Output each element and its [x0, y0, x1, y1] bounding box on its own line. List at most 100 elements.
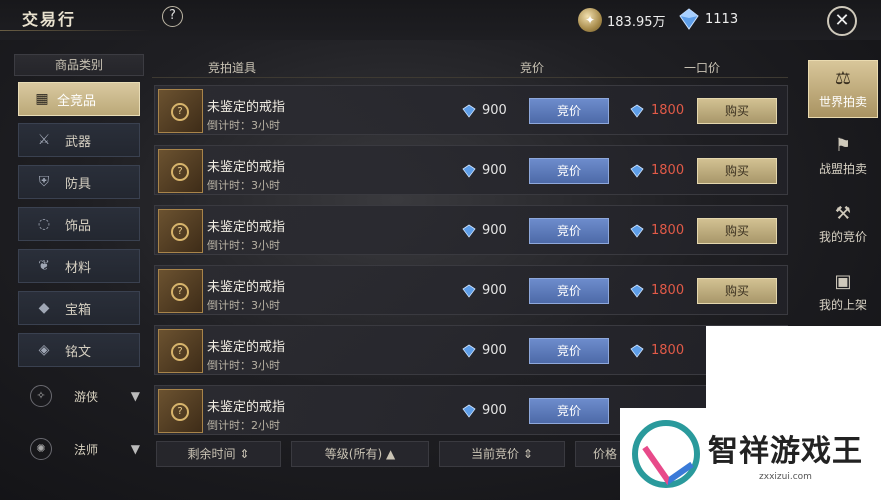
class-filter-ranger[interactable]: ✧ 游侠 ▼ — [30, 381, 140, 411]
class-label: 游侠 — [74, 389, 99, 404]
gavel-icon: ⚒ — [834, 203, 852, 224]
category-item-armor[interactable]: ⛨ 防具 — [18, 165, 140, 199]
bid-button[interactable]: 竞价 — [529, 218, 609, 244]
ring-icon: ? — [171, 283, 189, 301]
coin-amount: 183.95万 — [607, 14, 666, 30]
gem-icon — [462, 104, 476, 118]
bid-price: 900 — [482, 103, 507, 118]
item-timer: 倒计时：2小时 — [207, 419, 280, 432]
ring-item-icon[interactable]: ? — [158, 329, 203, 373]
close-icon[interactable]: ✕ — [827, 6, 857, 36]
column-item: 竞拍道具 — [208, 61, 257, 75]
sort-arrows-icon: ⇕ — [522, 447, 533, 461]
tab-my-listings[interactable]: ▣ 我的上架 — [808, 264, 878, 322]
ring-icon: ? — [171, 343, 189, 361]
title-underline — [0, 30, 150, 31]
grid-icon: ▦ — [35, 91, 49, 107]
gem-amount: 1113 — [705, 11, 739, 27]
gem-icon — [462, 224, 476, 238]
rune-icon: ◈ — [38, 342, 50, 358]
buyout-price: 1800 — [651, 283, 685, 298]
bid-button[interactable]: 竞价 — [529, 398, 609, 424]
gem-icon — [462, 164, 476, 178]
coin-icon: ✦ — [578, 8, 602, 32]
buy-button[interactable]: 购买 — [697, 98, 777, 124]
scales-icon: ⚖ — [834, 68, 852, 89]
ring-item-icon[interactable]: ? — [158, 149, 203, 193]
mage-icon: ✺ — [30, 438, 52, 460]
sort-label: 当前竞价 — [471, 447, 520, 461]
sort-label: 等级(所有) — [324, 447, 383, 461]
sort-level[interactable]: 等级(所有) ▲ — [291, 441, 429, 467]
class-filter-mage[interactable]: ✺ 法师 ▼ — [30, 434, 140, 464]
buy-button[interactable]: 购买 — [697, 218, 777, 244]
category-label: 材料 — [65, 260, 92, 276]
category-item-weapon[interactable]: ⚔ 武器 — [18, 123, 140, 157]
tab-label: 我的竞价 — [818, 230, 867, 244]
sort-label: 剩余时间 — [187, 447, 236, 461]
bid-price: 900 — [482, 163, 507, 178]
ring-icon: ? — [171, 163, 189, 181]
gem-icon — [630, 284, 644, 298]
bid-price: 900 — [482, 223, 507, 238]
sort-remaining-time[interactable]: 剩余时间 ⇕ — [156, 441, 281, 467]
list-header: 竞拍道具 竞价 一口价 — [152, 54, 788, 78]
gem-icon — [679, 8, 699, 30]
column-bid: 竞价 — [520, 61, 545, 75]
item-name: 未鉴定的戒指 — [207, 100, 286, 115]
sword-icon: ⚔ — [37, 132, 51, 148]
auction-row[interactable]: ? 未鉴定的戒指 倒计时：3小时 900 竞价 1800 购买 — [154, 85, 788, 135]
bid-price: 900 — [482, 403, 507, 418]
buy-button[interactable]: 购买 — [697, 278, 777, 304]
buy-button[interactable]: 购买 — [697, 158, 777, 184]
buyout-price: 1800 — [651, 163, 685, 178]
auction-row[interactable]: ? 未鉴定的戒指 倒计时：3小时 900 竞价 1800 购买 — [154, 205, 788, 255]
category-item-accessory[interactable]: ◌ 饰品 — [18, 207, 140, 241]
gem-icon — [630, 224, 644, 238]
auction-row[interactable]: ? 未鉴定的戒指 倒计时：3小时 900 竞价 1800 — [154, 325, 788, 375]
item-name: 未鉴定的戒指 — [207, 220, 286, 235]
ranger-icon: ✧ — [30, 385, 52, 407]
bid-button[interactable]: 竞价 — [529, 278, 609, 304]
armor-icon: ⛨ — [38, 174, 50, 190]
item-timer: 倒计时：3小时 — [207, 239, 280, 252]
ring-item-icon[interactable]: ? — [158, 389, 203, 433]
tab-my-bids[interactable]: ⚒ 我的竞价 — [808, 196, 878, 254]
category-item-inscription[interactable]: ◈ 铭文 — [18, 333, 140, 367]
item-name: 未鉴定的戒指 — [207, 160, 286, 175]
bid-price: 900 — [482, 343, 507, 358]
tab-label: 战盟拍卖 — [818, 162, 867, 176]
buyout-price: 1800 — [651, 223, 685, 238]
auction-row[interactable]: ? 未鉴定的戒指 倒计时：3小时 900 竞价 1800 购买 — [154, 265, 788, 315]
tab-label: 世界拍卖 — [818, 95, 867, 109]
tab-guild-auction[interactable]: ⚑ 战盟拍卖 — [808, 128, 878, 186]
chest-icon: ◆ — [38, 300, 50, 316]
watermark-brand: 智祥游戏王 — [708, 434, 863, 469]
chevron-down-icon: ▼ — [130, 389, 140, 403]
category-header: 商品类别 — [14, 54, 144, 76]
gem-balance: 1113 — [678, 8, 738, 30]
ring-item-icon[interactable]: ? — [158, 89, 203, 133]
category-item-chest[interactable]: ◆ 宝箱 — [18, 291, 140, 325]
category-item-all[interactable]: ▦ 全竞品 — [18, 82, 140, 116]
bid-button[interactable]: 竞价 — [529, 338, 609, 364]
ring-icon: ? — [171, 223, 189, 241]
category-label: 武器 — [65, 134, 92, 150]
help-icon[interactable]: ? — [162, 6, 183, 27]
coin-balance: ✦ 183.95万 — [578, 8, 666, 32]
watermark-card — [706, 326, 881, 416]
sort-label: 价格 — [592, 447, 617, 461]
category-label: 防具 — [65, 176, 92, 192]
bid-button[interactable]: 竞价 — [529, 158, 609, 184]
auction-row[interactable]: ? 未鉴定的戒指 倒计时：3小时 900 竞价 1800 购买 — [154, 145, 788, 195]
bid-button[interactable]: 竞价 — [529, 98, 609, 124]
item-name: 未鉴定的戒指 — [207, 340, 286, 355]
sort-current-bid[interactable]: 当前竞价 ⇕ — [439, 441, 565, 467]
tab-world-auction[interactable]: ⚖ 世界拍卖 — [808, 60, 878, 118]
category-item-material[interactable]: ❦ 材料 — [18, 249, 140, 283]
ring-item-icon[interactable]: ? — [158, 209, 203, 253]
gem-icon — [630, 164, 644, 178]
brand-logo-icon — [632, 420, 700, 488]
ring-item-icon[interactable]: ? — [158, 269, 203, 313]
gem-icon — [462, 404, 476, 418]
